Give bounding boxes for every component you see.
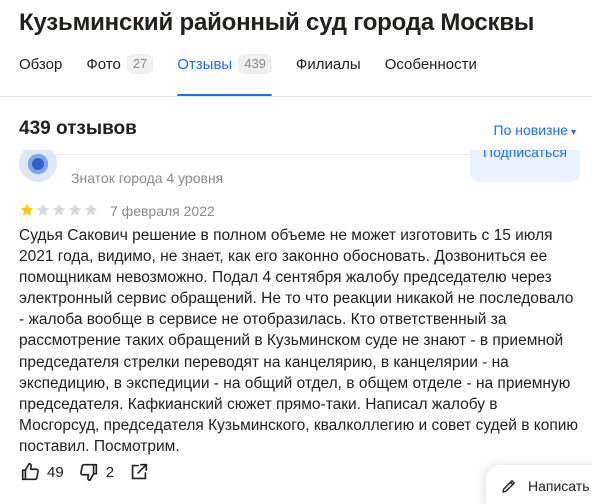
chevron-down-icon: ▾ [570, 127, 576, 138]
dislike-count: 2 [105, 463, 115, 481]
review-text: Судья Сакович решение в полном объеме не… [19, 227, 579, 455]
share-button[interactable] [128, 461, 150, 483]
subscribe-button[interactable]: Подписаться [470, 150, 580, 182]
page-title: Кузьминский районный суд города Москвы [19, 9, 535, 36]
rating-stars [19, 202, 99, 218]
like-count: 49 [47, 463, 64, 481]
tab-label: Фото [86, 55, 121, 73]
tab-label: Обзор [19, 55, 63, 73]
tab-label: Филиалы [295, 55, 361, 73]
thumbs-down-icon [79, 463, 97, 482]
share-icon [131, 463, 148, 480]
write-review-label: Написать [528, 478, 590, 494]
tab-reviews[interactable]: Отзывы 439 [177, 52, 272, 96]
sort-dropdown[interactable]: По новизне ▾ [494, 122, 576, 138]
tab-count-badge: 439 [238, 54, 272, 74]
tab-count-badge: 27 [126, 54, 154, 74]
tab-label: Особенности [384, 55, 477, 73]
avatar[interactable] [19, 150, 57, 186]
write-review-button[interactable]: Написать [486, 465, 592, 504]
tabs-bar: Обзор Фото 27 Отзывы 439 Филиалы Особенн… [19, 52, 501, 97]
tab-branches[interactable]: Филиалы [296, 52, 361, 76]
star-empty-icon [36, 203, 50, 216]
star-empty-icon [84, 203, 98, 216]
avatar-image [19, 150, 57, 182]
star-empty-icon [52, 203, 66, 216]
review-actions: 49 2 [19, 461, 164, 483]
like-button[interactable]: 49 [19, 461, 64, 483]
reviews-count-heading: 439 отзывов [19, 118, 137, 139]
pencil-icon [502, 480, 515, 493]
star-filled-icon [20, 203, 34, 216]
tab-overview[interactable]: Обзор [19, 52, 62, 76]
sort-label: По новизне [493, 122, 568, 138]
subscribe-label: Подписаться [483, 150, 567, 160]
review-date: 7 февраля 2022 [110, 203, 215, 219]
dislike-button[interactable]: 2 [78, 461, 114, 483]
tabs-divider [0, 96, 592, 97]
tab-photos[interactable]: Фото 27 [86, 52, 154, 76]
tab-features[interactable]: Особенности [385, 52, 477, 76]
tab-label: Отзывы [177, 55, 233, 73]
thumbs-up-icon [21, 462, 39, 481]
star-empty-icon [68, 203, 82, 216]
author-level: Знаток города 4 уровня [71, 170, 224, 186]
